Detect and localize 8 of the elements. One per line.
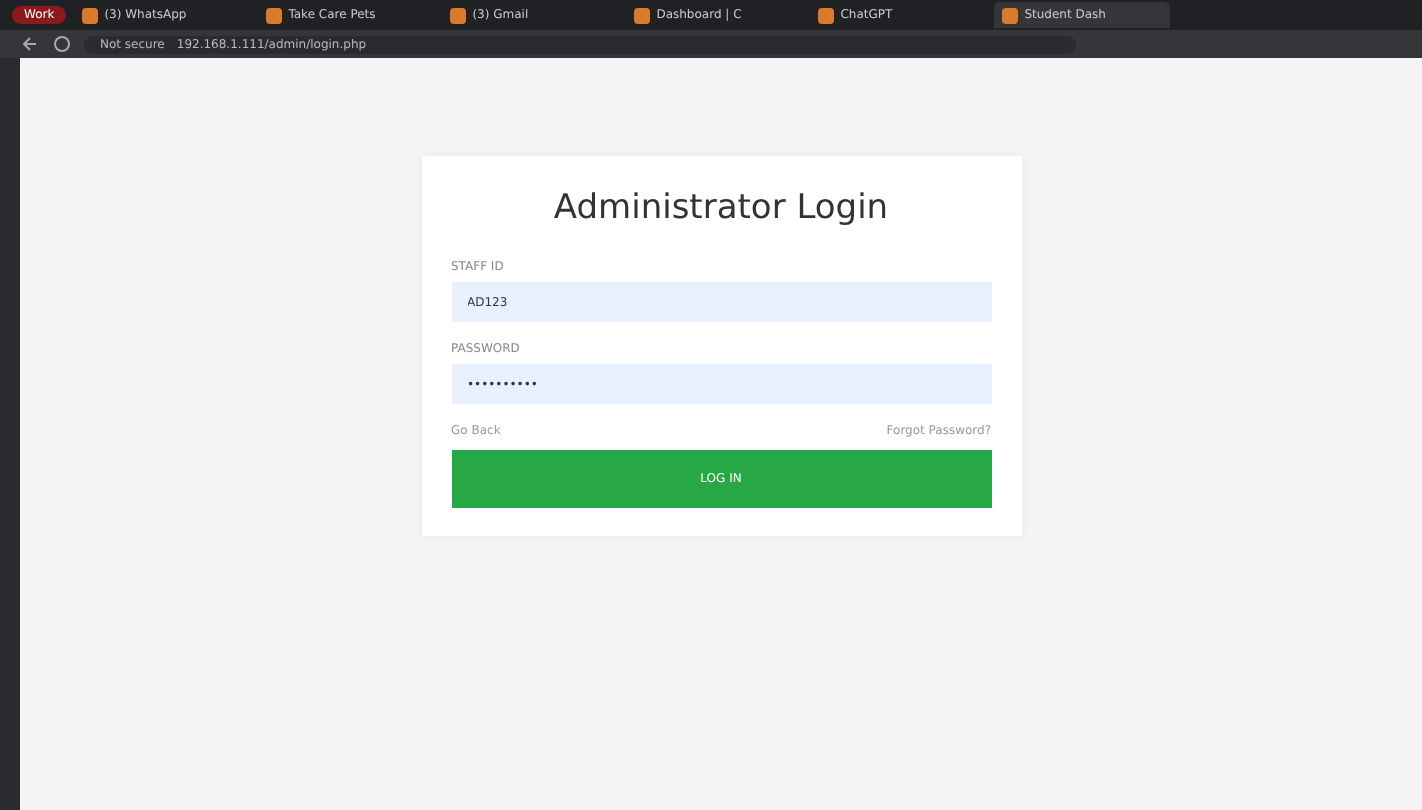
favicon-icon <box>266 7 283 23</box>
favicon-icon <box>818 7 835 23</box>
login-title: Administrator Login <box>551 188 891 228</box>
back-icon[interactable] <box>20 34 40 54</box>
favicon-icon <box>1002 7 1019 23</box>
favicon-icon <box>450 7 467 23</box>
favicon-icon <box>82 7 99 23</box>
favicon-icon <box>634 7 651 23</box>
